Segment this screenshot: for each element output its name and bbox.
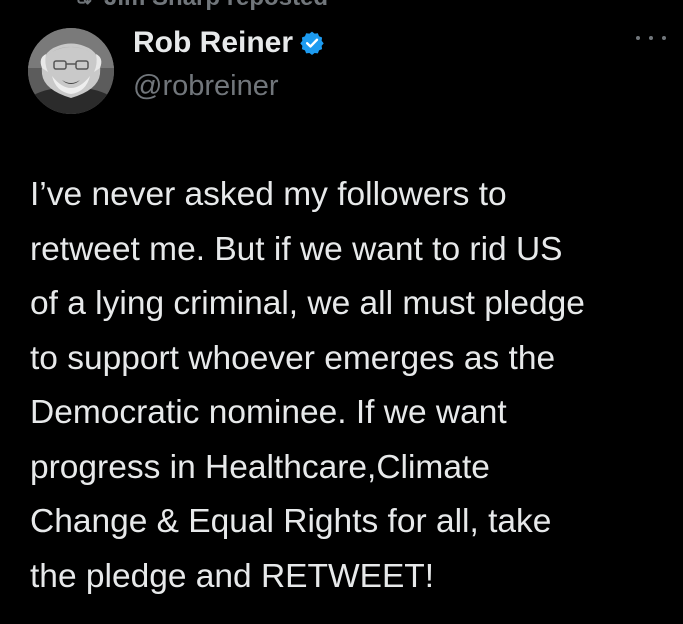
more-options-icon [662,36,666,40]
more-options-button[interactable] [636,30,666,46]
repost-text: Jim Sharp reposted [104,0,328,12]
verified-badge-icon [299,30,325,56]
tweet-text-line: of a lying criminal, we all must pledge [30,285,585,322]
tweet-text-line: to support whoever emerges as the [30,339,556,377]
tweet-text: I’ve never asked my followers to retweet… [30,168,675,604]
author-name-row[interactable]: Rob Reiner [133,26,325,60]
author-display-name[interactable]: Rob Reiner [133,26,293,60]
more-options-icon [636,36,640,40]
tweet-text-line: progress in Healthcare,Climate [30,448,490,486]
tweet-text-line: Change & Equal Rights for all, take [30,503,552,540]
repost-icon [72,0,94,9]
tweet-text-line: Democratic nominee. If we want [30,394,507,431]
tweet-text-line: the pledge and RETWEET! [30,557,435,595]
author-handle[interactable]: @robreiner [133,70,279,103]
more-options-icon [649,36,653,40]
tweet-text-line: I’ve never asked my followers to [30,176,507,213]
tweet-text-line: retweet me. But if we want to rid US [30,230,563,268]
repost-indicator[interactable]: Jim Sharp reposted [72,0,328,12]
avatar-photo [28,28,114,114]
avatar[interactable] [28,28,114,114]
